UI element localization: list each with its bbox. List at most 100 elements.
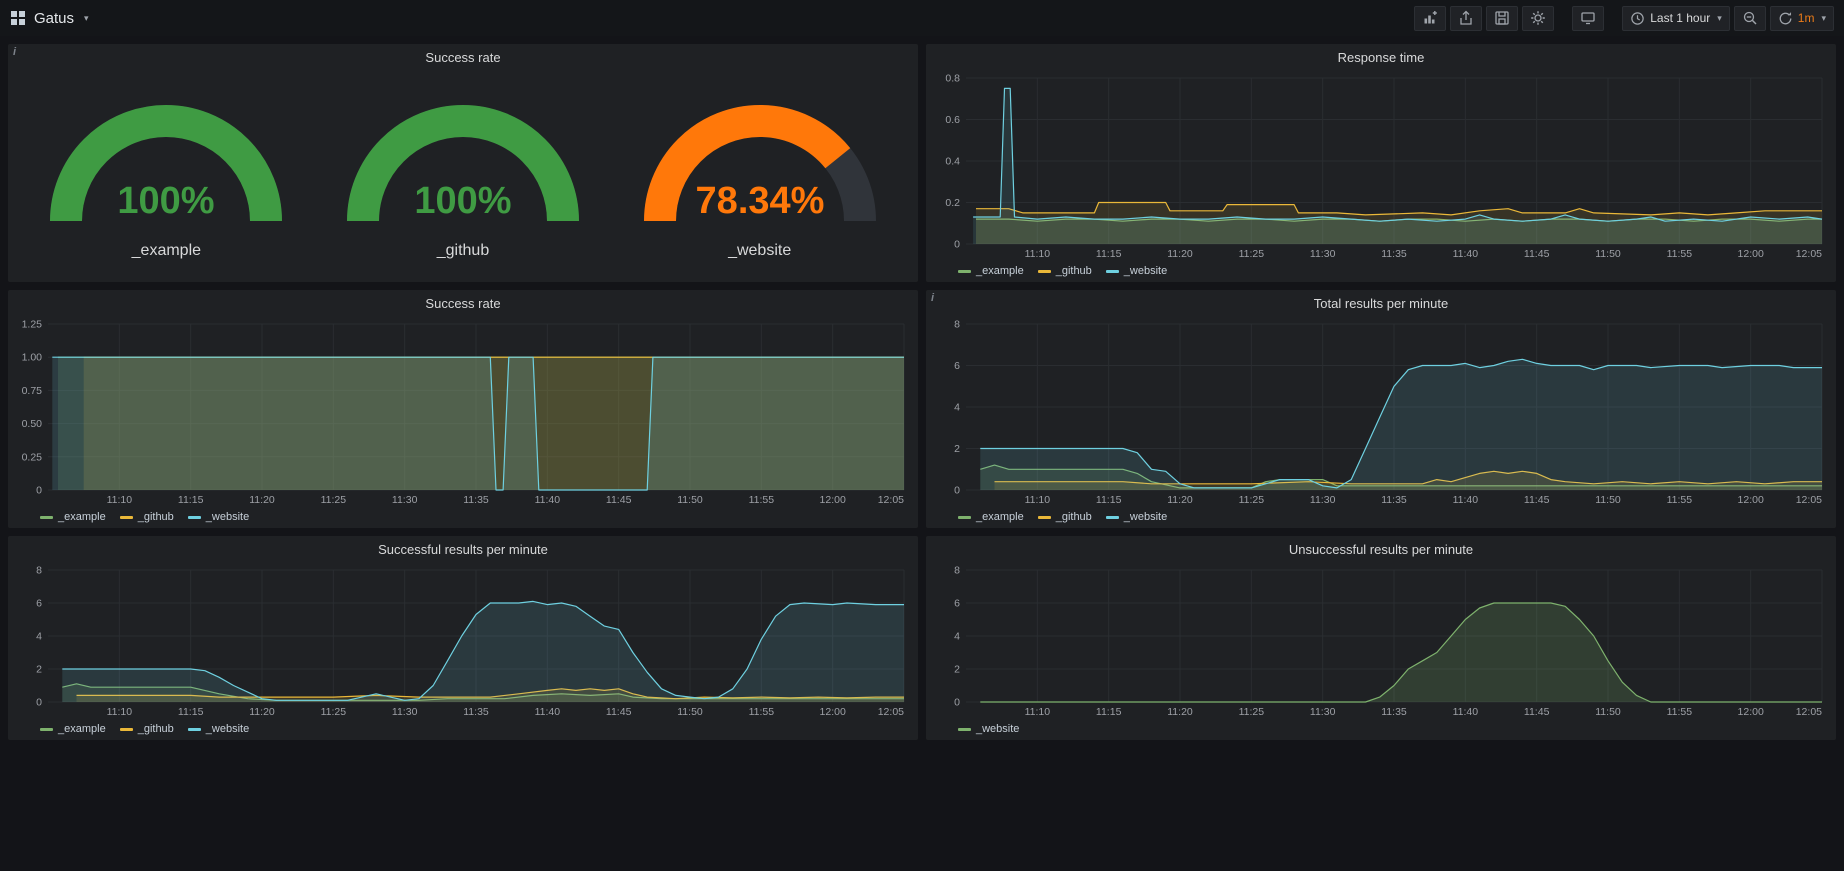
legend-item-website[interactable]: _website <box>188 511 249 523</box>
dashboard-settings-button[interactable] <box>1522 6 1554 31</box>
svg-text:11:20: 11:20 <box>1167 706 1193 718</box>
gauge-svg: 100% <box>343 85 583 235</box>
panel-header[interactable]: Successful results per minute <box>8 536 918 562</box>
svg-text:11:50: 11:50 <box>677 494 703 506</box>
svg-text:11:40: 11:40 <box>535 706 561 718</box>
svg-text:11:20: 11:20 <box>249 706 275 718</box>
legend-item-website[interactable]: _website <box>188 723 249 735</box>
share-dashboard-button[interactable] <box>1450 6 1482 31</box>
svg-text:11:45: 11:45 <box>1524 494 1550 506</box>
dashboard-caret-down-icon[interactable]: ▾ <box>84 13 89 24</box>
top-navbar: Gatus ▾ <box>0 0 1844 36</box>
gauge-arc-github: 100% <box>343 85 583 240</box>
save-icon <box>1494 10 1510 26</box>
panel-info-icon[interactable]: i <box>931 292 934 304</box>
panel-info-icon[interactable]: i <box>13 46 16 58</box>
legend-item-example[interactable]: _example <box>958 511 1024 523</box>
add-panel-icon <box>1422 10 1438 26</box>
svg-text:11:10: 11:10 <box>1025 248 1051 260</box>
svg-text:11:55: 11:55 <box>1667 248 1693 260</box>
monitor-icon <box>1580 10 1596 26</box>
chart-legend: _example _github _website <box>12 720 914 738</box>
legend-item-github[interactable]: _github <box>120 723 174 735</box>
refresh-icon <box>1778 11 1793 26</box>
gauge-arc-example: 100% <box>46 85 286 240</box>
panel-header[interactable]: Total results per minute <box>926 290 1836 316</box>
legend-item-example[interactable]: _example <box>40 511 106 523</box>
gear-icon <box>1530 10 1546 26</box>
legend-item-github[interactable]: _github <box>120 511 174 523</box>
chart-svg[interactable]: 00.250.500.751.001.2511:1011:1511:2011:2… <box>12 316 914 508</box>
svg-text:11:25: 11:25 <box>1239 706 1265 718</box>
legend-item-example[interactable]: _example <box>958 265 1024 277</box>
zoom-out-time-button[interactable] <box>1734 6 1766 31</box>
zoom-out-icon <box>1742 10 1758 26</box>
legend-color-dash <box>958 516 971 519</box>
dashboard-title[interactable]: Gatus <box>34 10 74 27</box>
panel-title[interactable]: Success rate <box>425 296 500 311</box>
gauge-series-label: _website <box>728 242 791 260</box>
svg-text:0: 0 <box>954 485 960 497</box>
svg-text:0.4: 0.4 <box>945 156 960 168</box>
svg-text:12:00: 12:00 <box>1738 706 1764 718</box>
panel-header[interactable]: Response time <box>926 44 1836 70</box>
save-dashboard-button[interactable] <box>1486 6 1518 31</box>
legend-series-name: _website <box>1124 265 1167 277</box>
svg-text:0.6: 0.6 <box>945 114 960 126</box>
legend-color-dash <box>40 728 53 731</box>
legend-series-name: _example <box>976 511 1024 523</box>
legend-item-github[interactable]: _github <box>1038 265 1092 277</box>
svg-text:6: 6 <box>954 360 960 372</box>
add-panel-button[interactable] <box>1414 6 1446 31</box>
tv-mode-button[interactable] <box>1572 6 1604 31</box>
panel-title[interactable]: Success rate <box>425 50 500 65</box>
refresh-interval-label: 1m <box>1798 11 1815 25</box>
panel-title[interactable]: Response time <box>1338 50 1425 65</box>
panel-successful-results-per-minute: Successful results per minute 0246811:10… <box>8 536 918 740</box>
share-icon <box>1458 10 1474 26</box>
svg-text:100%: 100% <box>118 180 215 222</box>
legend-item-github[interactable]: _github <box>1038 511 1092 523</box>
svg-text:2: 2 <box>954 443 960 455</box>
chart-canvas-successful-per-minute[interactable]: 0246811:1011:1511:2011:2511:3011:3511:40… <box>12 562 914 720</box>
time-range-caret-down-icon: ▾ <box>1717 13 1722 24</box>
svg-text:11:30: 11:30 <box>1310 706 1336 718</box>
time-range-picker-button[interactable]: Last 1 hour ▾ <box>1622 6 1730 31</box>
legend-item-website[interactable]: _website <box>1106 511 1167 523</box>
svg-text:11:10: 11:10 <box>1025 494 1051 506</box>
chart-svg[interactable]: 0246811:1011:1511:2011:2511:3011:3511:40… <box>930 562 1832 720</box>
refresh-dashboard-button[interactable]: 1m ▾ <box>1770 6 1834 31</box>
time-range-label: Last 1 hour <box>1650 11 1710 25</box>
chart-svg[interactable]: 0246811:1011:1511:2011:2511:3011:3511:40… <box>12 562 914 720</box>
svg-text:11:55: 11:55 <box>749 706 775 718</box>
svg-text:78.34%: 78.34% <box>695 180 824 222</box>
legend-color-dash <box>120 516 133 519</box>
svg-text:1.00: 1.00 <box>22 352 43 364</box>
legend-item-example[interactable]: _example <box>40 723 106 735</box>
svg-text:11:35: 11:35 <box>1381 494 1407 506</box>
legend-item-website[interactable]: _website <box>1106 265 1167 277</box>
svg-text:11:50: 11:50 <box>1595 706 1621 718</box>
svg-text:0.25: 0.25 <box>22 451 43 463</box>
chart-svg[interactable]: 00.20.40.60.811:1011:1511:2011:2511:3011… <box>930 70 1832 262</box>
chart-canvas-success-rate[interactable]: 00.250.500.751.001.2511:1011:1511:2011:2… <box>12 316 914 508</box>
svg-text:12:00: 12:00 <box>820 494 846 506</box>
panel-header[interactable]: Success rate <box>8 290 918 316</box>
chart-canvas-response-time[interactable]: 00.20.40.60.811:1011:1511:2011:2511:3011… <box>930 70 1832 262</box>
svg-text:11:25: 11:25 <box>321 706 347 718</box>
chart-canvas-unsuccessful-per-minute[interactable]: 0246811:1011:1511:2011:2511:3011:3511:40… <box>930 562 1832 720</box>
chart-canvas-total-per-minute[interactable]: 0246811:1011:1511:2011:2511:3011:3511:40… <box>930 316 1832 508</box>
panel-header[interactable]: Success rate <box>8 44 918 70</box>
dashboard-grid-icon[interactable] <box>10 10 26 26</box>
svg-text:11:10: 11:10 <box>1025 706 1051 718</box>
panel-header[interactable]: Unsuccessful results per minute <box>926 536 1836 562</box>
panel-title[interactable]: Successful results per minute <box>378 542 548 557</box>
chart-svg[interactable]: 0246811:1011:1511:2011:2511:3011:3511:40… <box>930 316 1832 508</box>
svg-text:11:40: 11:40 <box>1453 494 1479 506</box>
svg-text:0: 0 <box>36 697 42 709</box>
svg-text:11:25: 11:25 <box>1239 248 1265 260</box>
panel-title[interactable]: Unsuccessful results per minute <box>1289 542 1473 557</box>
panel-title[interactable]: Total results per minute <box>1314 296 1448 311</box>
svg-text:11:50: 11:50 <box>677 706 703 718</box>
legend-item-website[interactable]: _website <box>958 723 1019 735</box>
